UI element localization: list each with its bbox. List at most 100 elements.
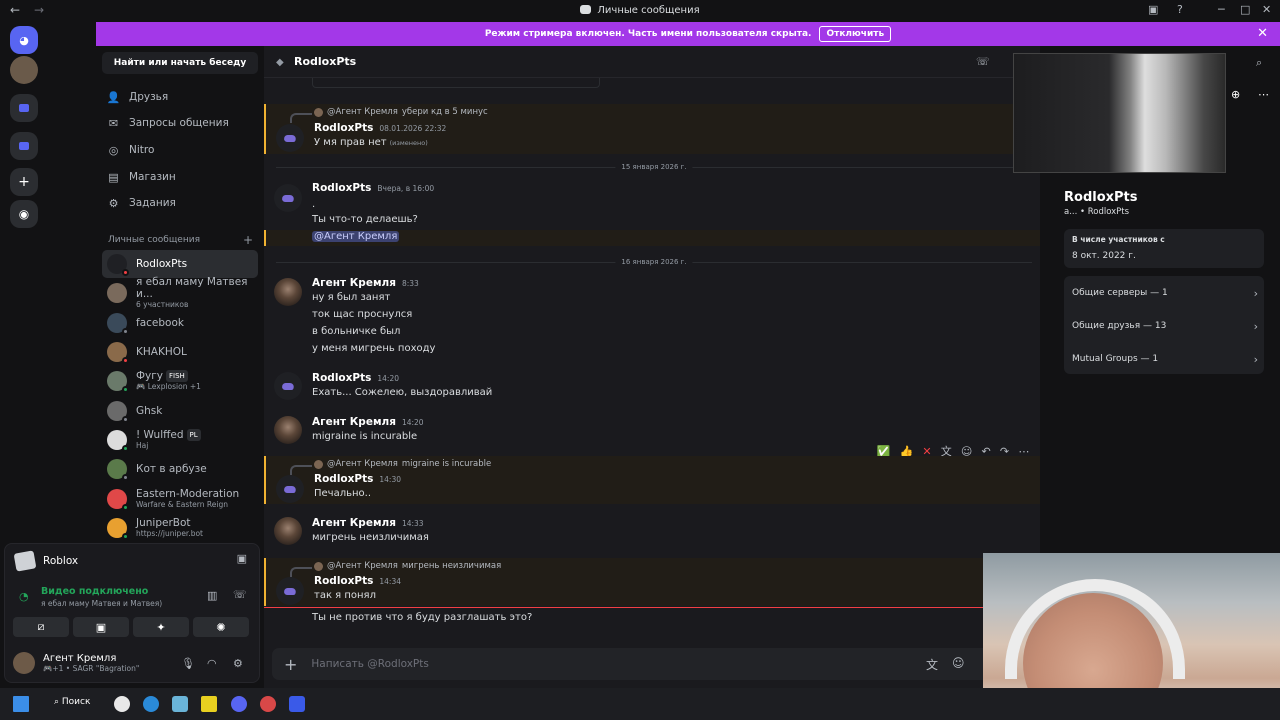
- nav-message-requests[interactable]: ✉ Запросы общения: [104, 110, 256, 136]
- close-window-icon[interactable]: ✕: [1262, 3, 1271, 16]
- inbox-icon[interactable]: ▣: [1148, 3, 1158, 16]
- author-name[interactable]: RodloxPts: [312, 372, 371, 384]
- discover-icon[interactable]: ◉: [10, 200, 38, 228]
- author-name[interactable]: RodloxPts: [314, 575, 373, 587]
- avatar[interactable]: [276, 124, 304, 152]
- create-dm-icon[interactable]: +: [243, 233, 253, 247]
- nav-quests[interactable]: ⚙ Задания: [104, 190, 256, 216]
- headphones-icon[interactable]: ◠: [207, 657, 217, 670]
- app-icon[interactable]: [172, 696, 188, 712]
- server-avatar[interactable]: [10, 56, 38, 84]
- windows-start-icon[interactable]: [13, 696, 29, 712]
- translate-icon[interactable]: 文: [926, 656, 938, 673]
- close-banner-icon[interactable]: ✕: [1257, 26, 1268, 41]
- telegram-icon[interactable]: [143, 696, 159, 712]
- dm-item[interactable]: JuniperBot https://juniper.bot: [102, 514, 258, 542]
- more-options-icon[interactable]: ⋯: [1258, 88, 1269, 101]
- yandex-browser-icon[interactable]: [114, 696, 130, 712]
- microphone-icon[interactable]: 🎙: [181, 657, 195, 670]
- activities-button[interactable]: ✦: [133, 617, 189, 637]
- new-messages-divider: [264, 607, 984, 608]
- reply-preview[interactable]: @Агент Кремля migraine is incurable: [290, 459, 491, 475]
- screen-share-button[interactable]: ▣: [73, 617, 129, 637]
- author-name[interactable]: Агент Кремля: [312, 416, 396, 428]
- roblox-icon: [13, 550, 37, 572]
- help-icon[interactable]: ?: [1177, 3, 1183, 16]
- camera-off-button[interactable]: ⧄: [13, 617, 69, 637]
- current-user[interactable]: Агент Кремля 🎮+1 • SAGR "Bagration": [13, 652, 139, 674]
- app-icon[interactable]: [201, 696, 217, 712]
- avatar[interactable]: [274, 416, 302, 444]
- title-bar: ← → Личные сообщения ▣ ? ─ □ ✕: [0, 0, 1280, 22]
- nitro-icon: ◎: [108, 143, 119, 157]
- noise-suppression-icon[interactable]: ▥: [207, 589, 217, 602]
- message-text: мигрень неизличимая: [312, 532, 429, 543]
- avatar[interactable]: [274, 517, 302, 545]
- attach-plus-icon[interactable]: +: [284, 655, 297, 674]
- avatar[interactable]: [276, 475, 304, 503]
- dm-item[interactable]: Ghsk: [102, 397, 258, 425]
- author-name[interactable]: Агент Кремля: [312, 277, 396, 289]
- server-folder-icon[interactable]: [10, 132, 38, 160]
- app-icon[interactable]: [289, 696, 305, 712]
- search-icon[interactable]: ⌕: [1256, 56, 1262, 70]
- chat-recipient[interactable]: RodloxPts: [294, 55, 356, 68]
- taskbar-search-label: Поиск: [61, 697, 91, 707]
- settings-gear-icon[interactable]: ⚙: [233, 657, 243, 670]
- avatar[interactable]: [276, 577, 304, 605]
- disconnect-icon[interactable]: ☏: [233, 588, 247, 601]
- avatar[interactable]: [274, 372, 302, 400]
- discord-taskbar-icon[interactable]: [231, 696, 247, 712]
- minimize-icon[interactable]: ─: [1218, 3, 1225, 16]
- voice-channel[interactable]: я ебал маму Матвея и Матвея): [41, 599, 162, 608]
- avatar[interactable]: [274, 278, 302, 306]
- author-name[interactable]: RodloxPts: [314, 122, 373, 134]
- mutual-groups-row[interactable]: Mutual Groups — 1 ›: [1072, 353, 1258, 366]
- nav-nitro[interactable]: ◎ Nitro: [104, 137, 256, 163]
- dm-item[interactable]: Eastern-Moderation Warfare & Eastern Reig…: [102, 485, 258, 513]
- author-name[interactable]: Агент Кремля: [312, 517, 396, 529]
- add-friend-icon[interactable]: ⊕: [1231, 88, 1240, 101]
- dm-item[interactable]: ! Wulffed PL Haj: [102, 426, 258, 454]
- app-icon[interactable]: [260, 696, 276, 712]
- discord-home-icon[interactable]: ◕: [10, 26, 38, 54]
- nav-friends[interactable]: 👤 Друзья: [104, 84, 256, 110]
- dm-item[interactable]: RodloxPts: [102, 250, 258, 278]
- status-online-icon: [122, 445, 129, 452]
- author-name[interactable]: RodloxPts: [312, 182, 371, 194]
- server-folder-icon[interactable]: [10, 94, 38, 122]
- nav-shop[interactable]: ▤ Магазин: [104, 164, 256, 190]
- mutual-friends-row[interactable]: Общие друзья — 13 ›: [1072, 320, 1258, 333]
- reply-preview[interactable]: @Агент Кремля мигрень неизличимая: [290, 561, 501, 577]
- quests-icon: ⚙: [108, 196, 119, 210]
- call-icon[interactable]: ☏: [976, 55, 990, 68]
- emoji-icon[interactable]: ☺: [952, 656, 965, 670]
- reply-preview[interactable]: @Агент Кремля убери кд в 5 минус: [290, 107, 488, 123]
- avatar: [107, 342, 129, 364]
- author-name[interactable]: RodloxPts: [314, 473, 373, 485]
- voice-status: Видео подключено: [41, 586, 149, 597]
- avatar: [107, 518, 129, 540]
- activity-icon[interactable]: ▣: [237, 552, 247, 565]
- dm-item[interactable]: KHAKHOL: [102, 338, 258, 366]
- nav-label: Друзья: [129, 91, 169, 103]
- soundboard-button[interactable]: ✺: [193, 617, 249, 637]
- add-server-icon[interactable]: +: [10, 168, 38, 196]
- status-offline-icon: [122, 474, 129, 481]
- dm-item[interactable]: Кот в арбузе: [102, 455, 258, 483]
- dm-item[interactable]: facebook: [102, 309, 258, 337]
- dm-item[interactable]: Фугу FISH 🎮 Lexplosion +1: [102, 367, 258, 395]
- dm-item[interactable]: я ебал маму Матвея и... 6 участников: [102, 276, 258, 309]
- dm-sidebar: Найти или начать беседу 👤 Друзья ✉ Запросы…: [96, 46, 264, 543]
- message-text: ток щас проснулся: [312, 309, 413, 320]
- embed-image[interactable]: [312, 78, 600, 88]
- avatar[interactable]: [274, 184, 302, 212]
- taskbar-search[interactable]: ⌕ Поиск: [54, 697, 90, 707]
- streamer-banner-text: Режим стримера включен. Часть имени поль…: [484, 29, 812, 39]
- user-mention[interactable]: @Агент Кремля: [312, 231, 400, 242]
- mutual-servers-row[interactable]: Общие серверы — 1 ›: [1072, 287, 1258, 300]
- maximize-icon[interactable]: □: [1240, 3, 1250, 16]
- message-input[interactable]: + Написать @RodloxPts 文 ☺: [272, 648, 1032, 680]
- find-conversation-button[interactable]: Найти или начать беседу: [102, 52, 258, 74]
- disable-streamer-button[interactable]: Отключить: [819, 26, 892, 42]
